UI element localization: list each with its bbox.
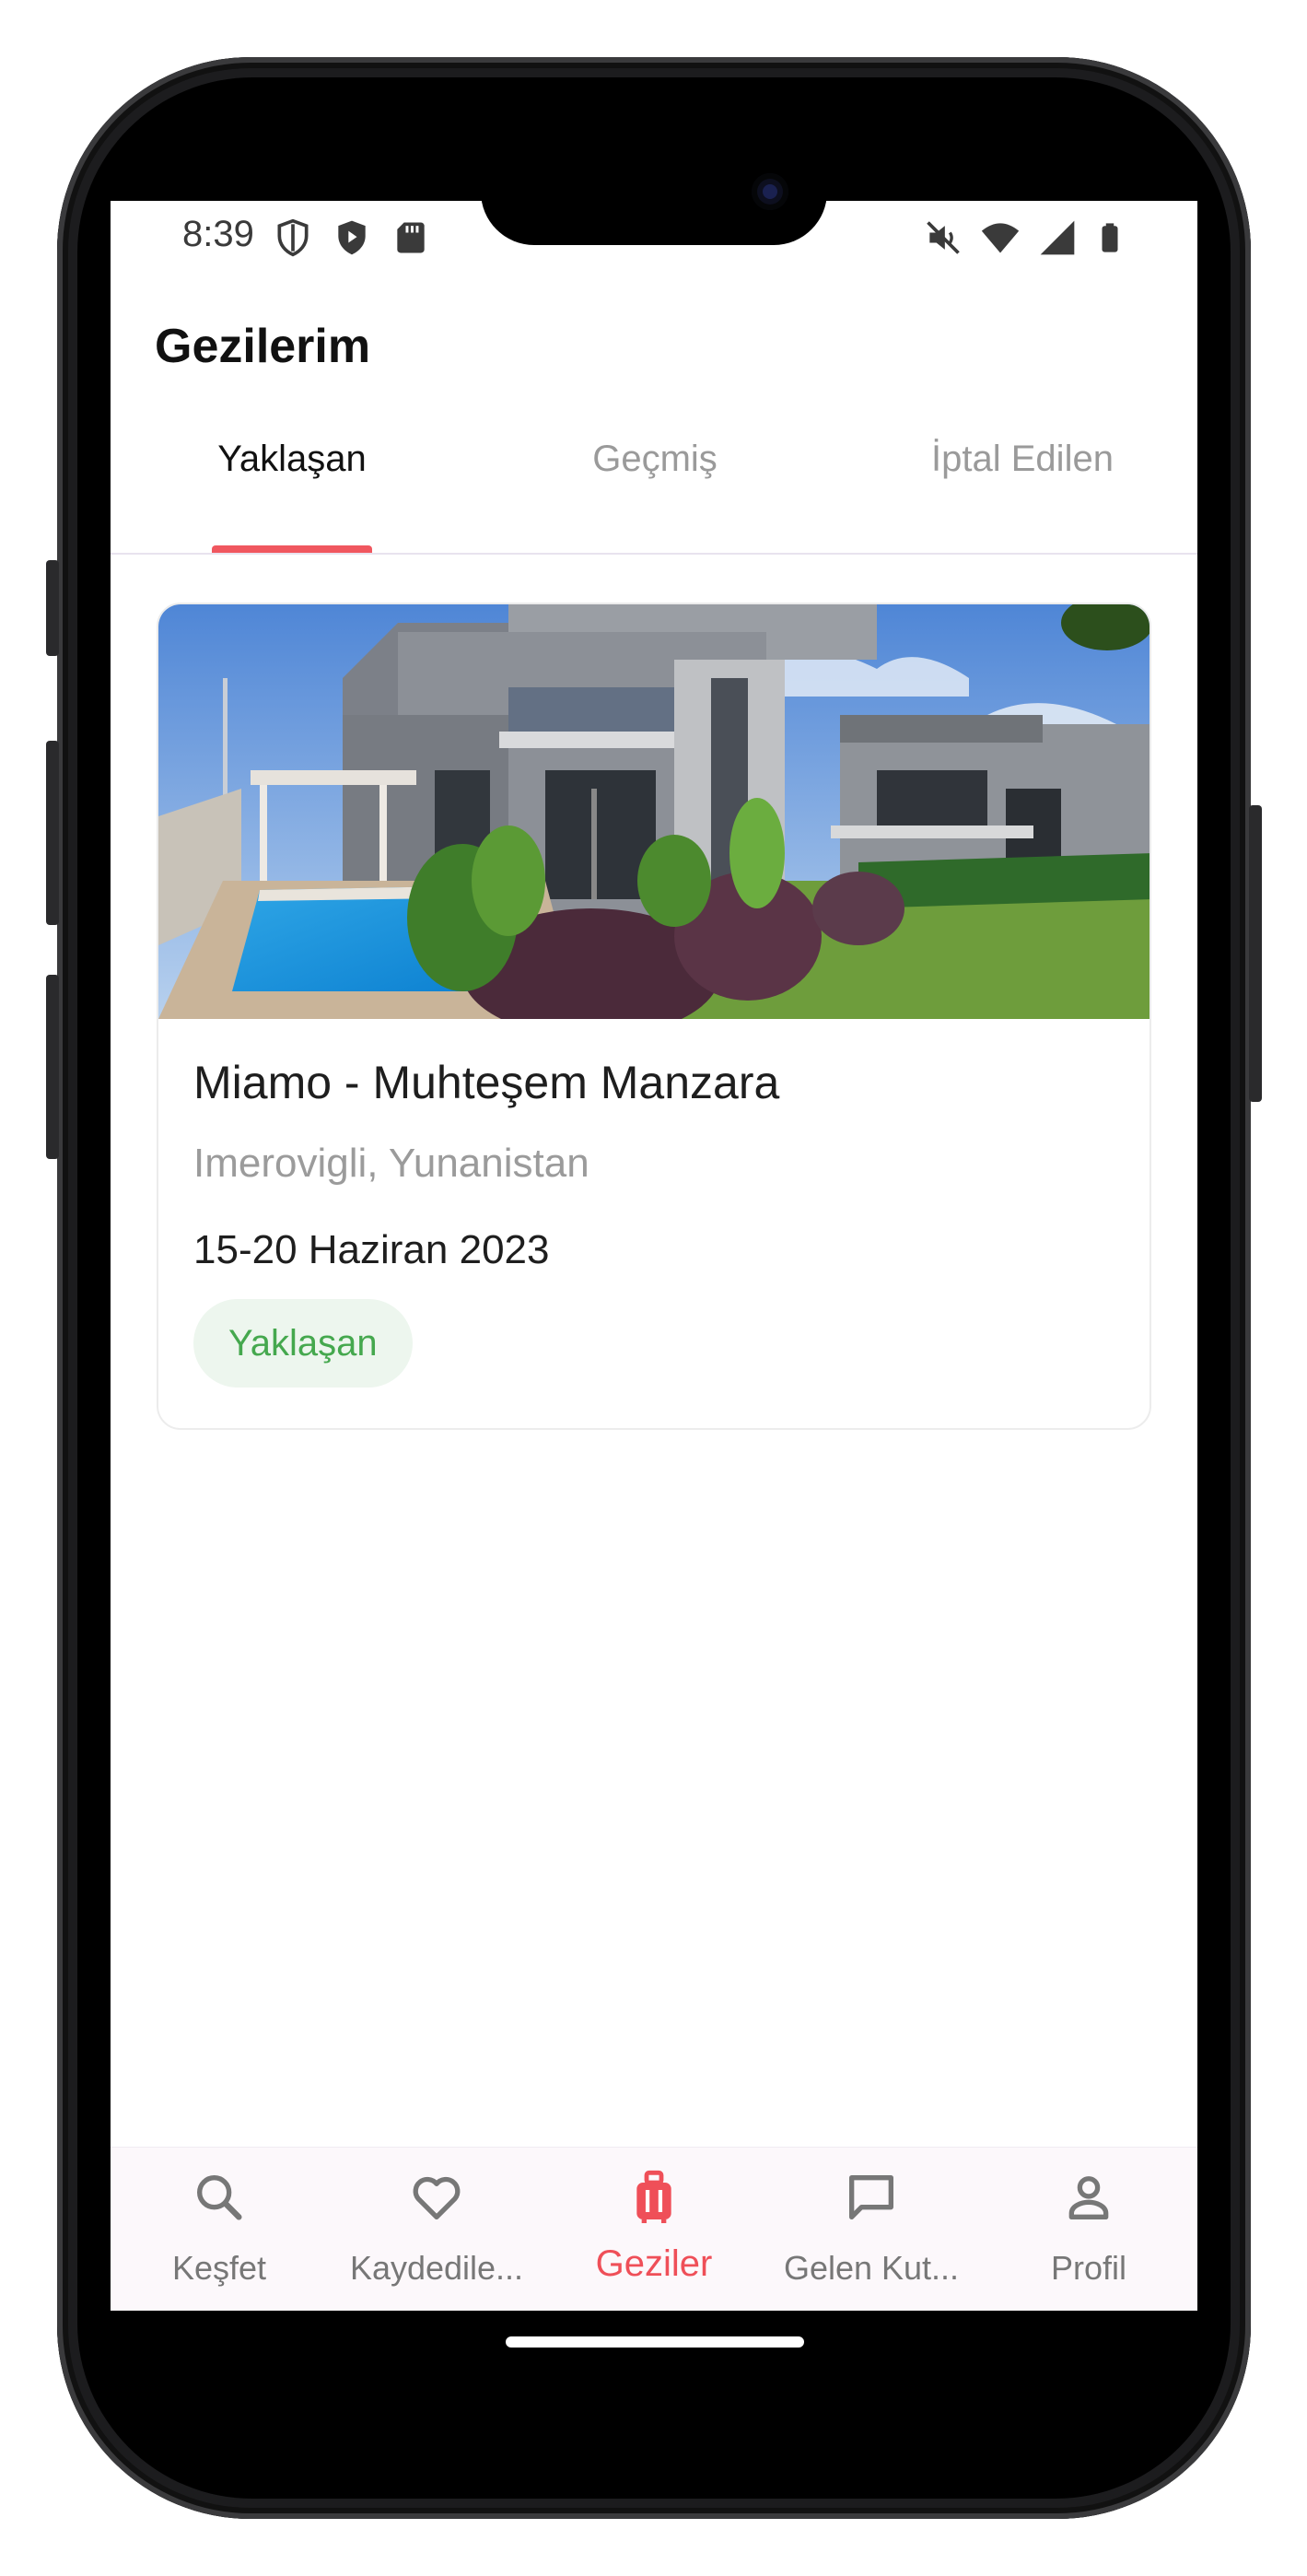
trip-dates: 15-20 Haziran 2023 [193, 1227, 550, 1272]
volume-down-button [46, 975, 59, 1159]
chat-icon [849, 2175, 893, 2219]
app-screen: 8:39 Gezilerim Yaklaşan Geçmiş İptal Edi… [111, 201, 1197, 2311]
nav-explore[interactable]: Keşfet [111, 2148, 328, 2311]
nav-profile[interactable]: Profil [980, 2148, 1197, 2311]
nav-label-trips: Geziler [595, 2243, 713, 2284]
nav-trips[interactable]: Geziler [545, 2148, 763, 2311]
page-title: Gezilerim [155, 320, 371, 373]
trip-card[interactable]: Miamo - Muhteşem Manzara Imerovigli, Yun… [157, 603, 1151, 1430]
bottom-nav: Keşfet Kaydedile... Geziler Gelen Kut...… [111, 2147, 1197, 2311]
tab-past[interactable]: Geçmiş [547, 413, 763, 505]
tabs-divider [111, 553, 1197, 555]
status-icons-left [273, 217, 431, 258]
trip-tabs: Yaklaşan Geçmiş İptal Edilen [111, 413, 1197, 505]
status-icons-right [923, 217, 1126, 258]
nav-inbox[interactable]: Gelen Kut... [763, 2148, 980, 2311]
trip-name: Miamo - Muhteşem Manzara [193, 1057, 780, 1108]
shield-outline-icon [277, 218, 309, 257]
power-button [1249, 805, 1262, 1102]
nav-label-inbox: Gelen Kut... [783, 2249, 960, 2287]
action-button [46, 560, 59, 656]
nav-label-saved: Kaydedile... [349, 2249, 524, 2287]
nav-label-profile: Profil [1050, 2249, 1127, 2287]
person-icon [1068, 2176, 1109, 2219]
volume-up-button [46, 741, 59, 925]
tab-cancelled[interactable]: İptal Edilen [884, 413, 1161, 505]
tab-upcoming[interactable]: Yaklaşan [184, 413, 400, 505]
wifi-icon [981, 223, 1020, 253]
camera-icon [752, 173, 788, 210]
sd-card-icon [397, 222, 425, 253]
nav-saved[interactable]: Kaydedile... [328, 2148, 545, 2311]
nav-label-explore: Keşfet [171, 2249, 267, 2287]
status-badge: Yaklaşan [193, 1299, 413, 1388]
active-tab-indicator [212, 545, 372, 553]
battery-icon [1102, 223, 1118, 252]
heart-icon [413, 2176, 461, 2219]
trip-location: Imerovigli, Yunanistan [193, 1141, 589, 1186]
villa-photo [158, 604, 1149, 1019]
home-indicator[interactable] [506, 2336, 804, 2348]
search-icon [197, 2175, 242, 2220]
dynamic-island [481, 138, 827, 245]
status-time: 8:39 [182, 214, 254, 254]
signal-icon [1040, 220, 1075, 255]
shield-play-icon [338, 220, 366, 255]
luggage-icon [636, 2170, 671, 2223]
mute-icon [927, 221, 960, 254]
